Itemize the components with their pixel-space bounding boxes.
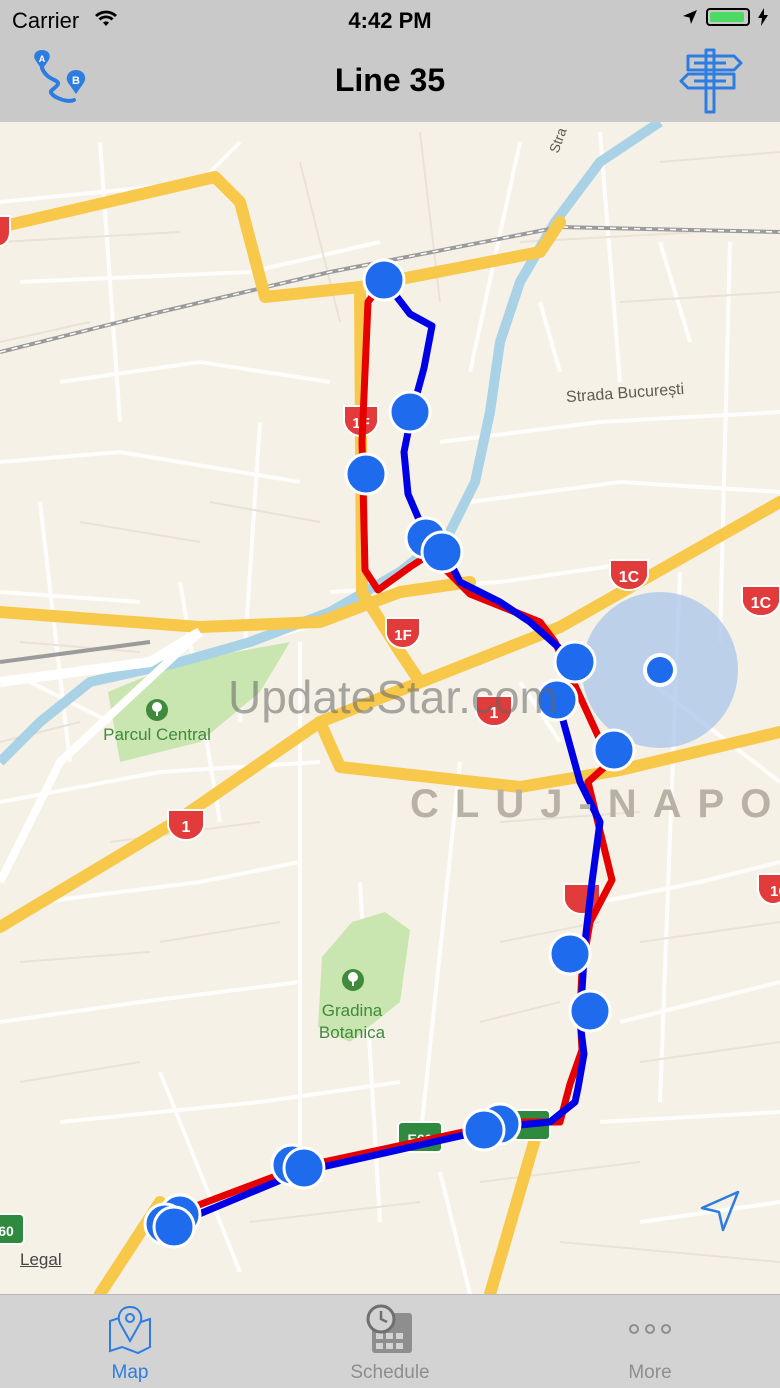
svg-text:Stra: Stra [546,125,570,155]
schedule-icon [364,1303,416,1355]
park-icon [342,969,364,991]
bus-stop-marker[interactable] [284,1148,324,1188]
road-shield: 1C [758,874,780,904]
svg-text:60: 60 [0,1223,14,1239]
tab-label: More [520,1362,780,1384]
location-arrow-icon [698,1188,744,1234]
bus-stop-marker[interactable] [464,1110,504,1150]
tab-schedule[interactable]: Schedule [260,1295,520,1388]
location-arrow-icon [682,9,698,25]
road-shield: 1C [610,560,648,590]
park-label: Parcul Central [92,724,222,746]
directions-button[interactable] [678,48,742,112]
road-shield: 1F [386,618,420,648]
more-dots-icon [624,1303,676,1355]
map-pin-icon [104,1303,156,1355]
park-label-line: Botanica [302,1022,402,1044]
city-label: CLUJ-NAPOC [410,782,780,827]
navigation-bar: A B Line 35 [0,40,780,123]
bus-stop-marker[interactable] [594,730,634,770]
status-bar: Carrier 4:42 PM [0,0,780,40]
park-label: Gradina Botanica [302,1000,402,1044]
tab-label: Schedule [260,1362,520,1384]
page-title: Line 35 [0,62,780,99]
map-view[interactable]: 1F 1F F 1C 1C 1 1 1C [0,122,780,1294]
legal-link[interactable]: Legal [20,1250,62,1270]
user-location-dot [647,657,673,683]
bus-stop-marker[interactable] [154,1207,194,1247]
svg-text:1C: 1C [770,883,780,900]
clock: 4:42 PM [0,8,780,34]
charging-bolt-icon [758,8,768,26]
bus-stop-marker[interactable] [550,934,590,974]
park-label-line: Gradina [302,1000,402,1022]
bus-stop-marker[interactable] [390,392,430,432]
locate-me-button[interactable] [698,1188,744,1234]
bus-stop-marker[interactable] [422,532,462,572]
road-shield: 60 [0,1214,24,1244]
svg-text:1F: 1F [394,627,412,644]
bus-stop-marker[interactable] [364,260,404,300]
watermark: UpdateStar.com [228,670,558,724]
bus-stop-marker[interactable] [570,991,610,1031]
tab-label: Map [0,1362,260,1384]
bus-stop-marker[interactable] [555,642,595,682]
tab-map[interactable]: Map [0,1295,260,1388]
park-icon [146,699,168,721]
tab-more[interactable]: More [520,1295,780,1388]
road-shield: 1C [742,586,780,616]
signpost-icon [678,48,744,114]
bus-stop-marker[interactable] [346,454,386,494]
svg-text:1: 1 [182,819,191,836]
battery-icon [706,8,750,26]
tab-bar: Map Schedule More [0,1294,780,1388]
route-line-outbound [164,280,612,1222]
svg-text:1C: 1C [619,569,640,586]
svg-text:1C: 1C [751,595,772,612]
road-shield: 1 [168,810,204,840]
route-line-inbound [170,280,600,1230]
